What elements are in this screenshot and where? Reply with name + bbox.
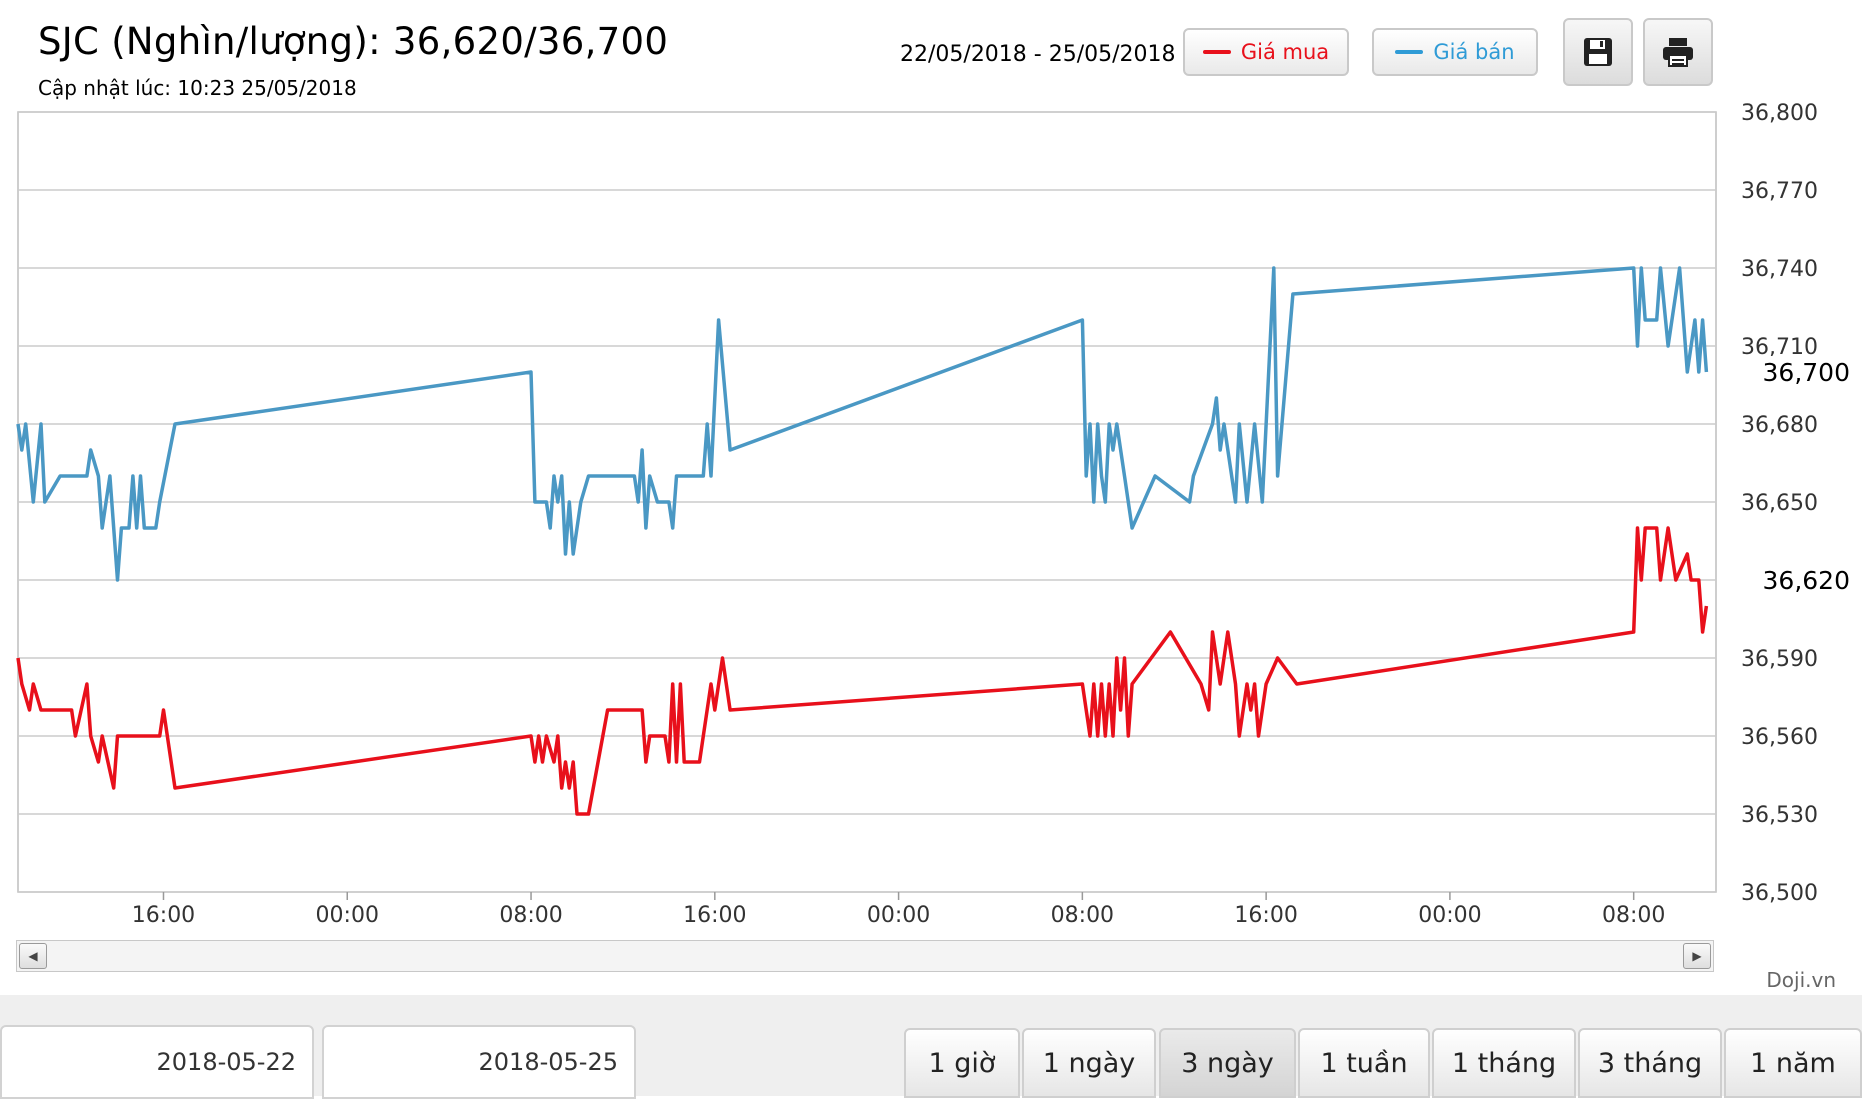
range-1-week-label: 1 tuần	[1320, 1047, 1408, 1079]
y-tick-label: 36,500	[1741, 881, 1818, 906]
x-tick-label: 08:00	[1051, 903, 1114, 928]
current-value-label: 36,700	[1763, 358, 1850, 387]
x-tick-label: 00:00	[316, 903, 379, 928]
date-from-input[interactable]: 2018-05-22	[0, 1025, 314, 1099]
x-tick-label: 16:00	[132, 903, 195, 928]
range-1-day-button[interactable]: 1 ngày	[1022, 1028, 1156, 1098]
range-1-month-label: 1 tháng	[1451, 1047, 1557, 1079]
source-credit: Doji.vn	[1766, 968, 1836, 992]
scroll-right-arrow-icon[interactable]: ▶	[1683, 943, 1711, 969]
range-1-year-label: 1 năm	[1750, 1047, 1836, 1079]
y-tick-label: 36,770	[1741, 179, 1818, 204]
x-tick-label: 00:00	[867, 903, 930, 928]
range-3-days-button[interactable]: 3 ngày	[1159, 1028, 1296, 1098]
y-tick-label: 36,800	[1741, 101, 1818, 126]
date-to-value: 2018-05-25	[478, 1048, 618, 1076]
y-tick-label: 36,740	[1741, 257, 1818, 282]
buy-price-line	[16, 526, 1709, 816]
y-tick-label: 36,590	[1741, 647, 1818, 672]
range-1-month-button[interactable]: 1 tháng	[1432, 1028, 1576, 1098]
range-3-months-label: 3 tháng	[1597, 1047, 1703, 1079]
range-1-day-label: 1 ngày	[1042, 1047, 1136, 1079]
current-value-label: 36,620	[1763, 566, 1850, 595]
date-to-input[interactable]: 2018-05-25	[322, 1025, 636, 1099]
y-tick-label: 36,530	[1741, 803, 1818, 828]
x-tick-label: 00:00	[1418, 903, 1481, 928]
x-tick-label: 08:00	[499, 903, 562, 928]
range-1-hour-label: 1 giờ	[928, 1047, 996, 1079]
range-3-days-label: 3 ngày	[1181, 1047, 1274, 1079]
range-3-months-button[interactable]: 3 tháng	[1578, 1028, 1722, 1098]
y-tick-label: 36,650	[1741, 491, 1818, 516]
chart-scrollbar[interactable]: ◀ ▶	[16, 940, 1714, 972]
date-from-value: 2018-05-22	[156, 1048, 296, 1076]
x-tick-label: 16:00	[1234, 903, 1297, 928]
range-1-week-button[interactable]: 1 tuần	[1298, 1028, 1430, 1098]
scroll-left-arrow-icon[interactable]: ◀	[19, 943, 47, 969]
price-chart: 36,500 36,530 36,560 36,590 36,620 36,650 36,6…	[16, 101, 1850, 928]
range-1-year-button[interactable]: 1 năm	[1724, 1028, 1862, 1098]
y-tick-label: 36,680	[1741, 413, 1818, 438]
y-tick-label: 36,560	[1741, 725, 1818, 750]
x-tick-label: 16:00	[683, 903, 746, 928]
x-tick-label: 08:00	[1602, 903, 1665, 928]
range-1-hour-button[interactable]: 1 giờ	[904, 1028, 1020, 1098]
